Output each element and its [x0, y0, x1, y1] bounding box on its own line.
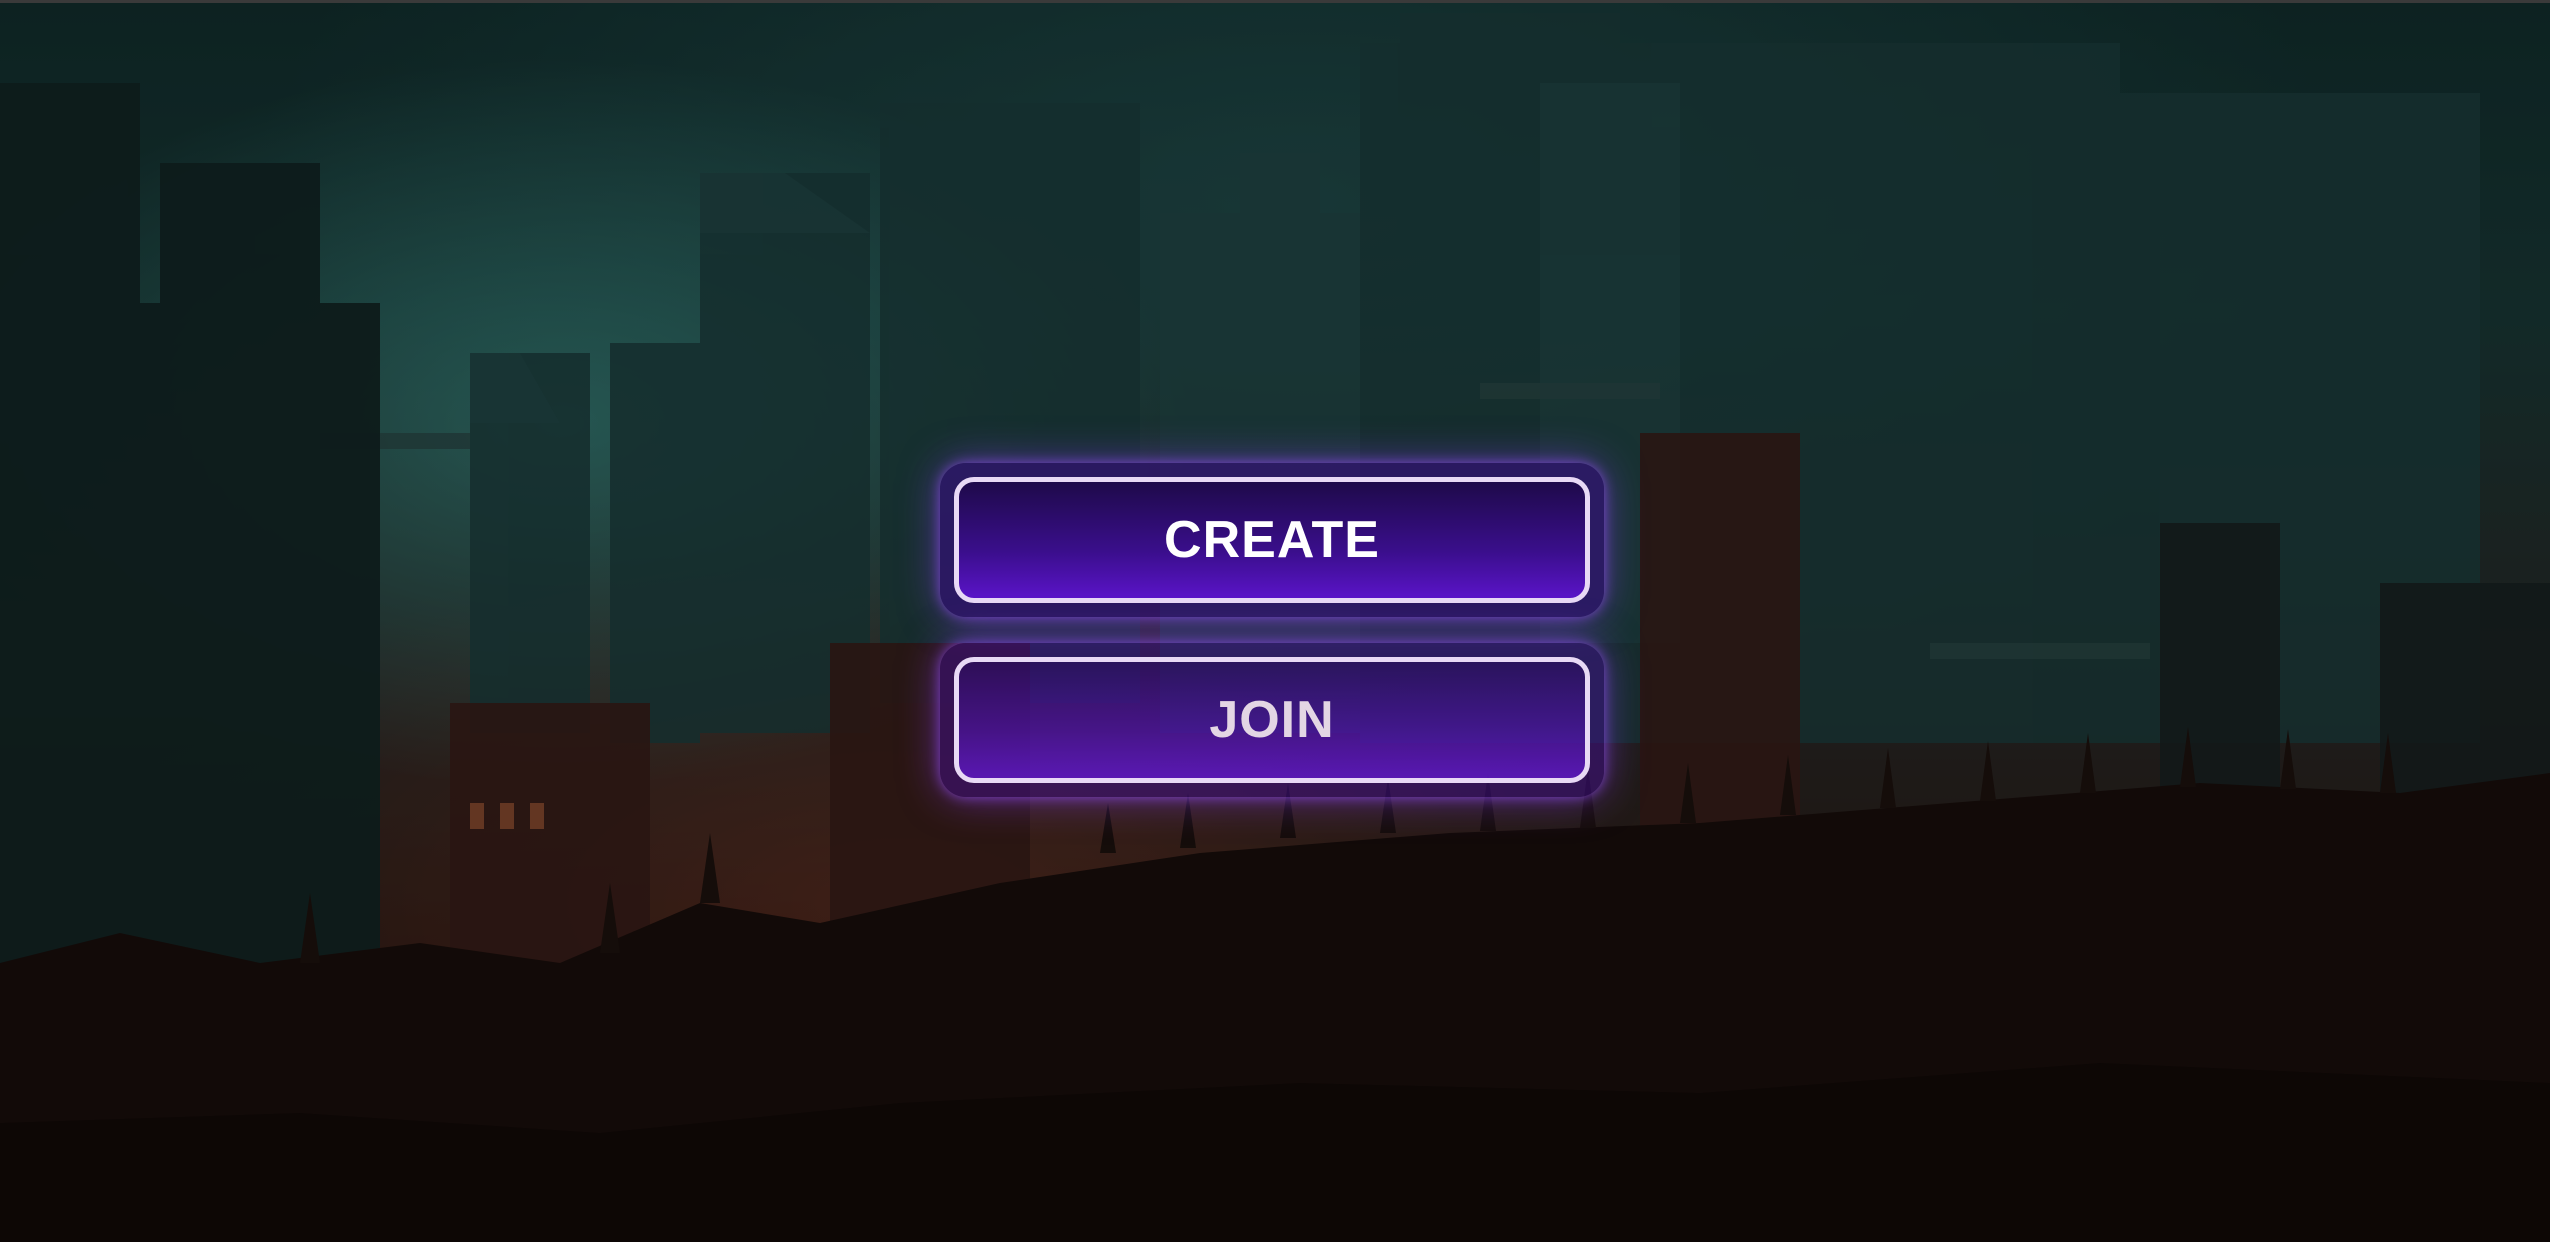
create-button-label: CREATE [954, 477, 1590, 603]
main-menu: CREATE JOIN [940, 463, 1604, 798]
game-title-screen: CREATE JOIN [0, 0, 2550, 1242]
join-button-label: JOIN [954, 657, 1590, 783]
create-button[interactable]: CREATE [940, 463, 1604, 617]
join-button[interactable]: JOIN [940, 643, 1604, 797]
